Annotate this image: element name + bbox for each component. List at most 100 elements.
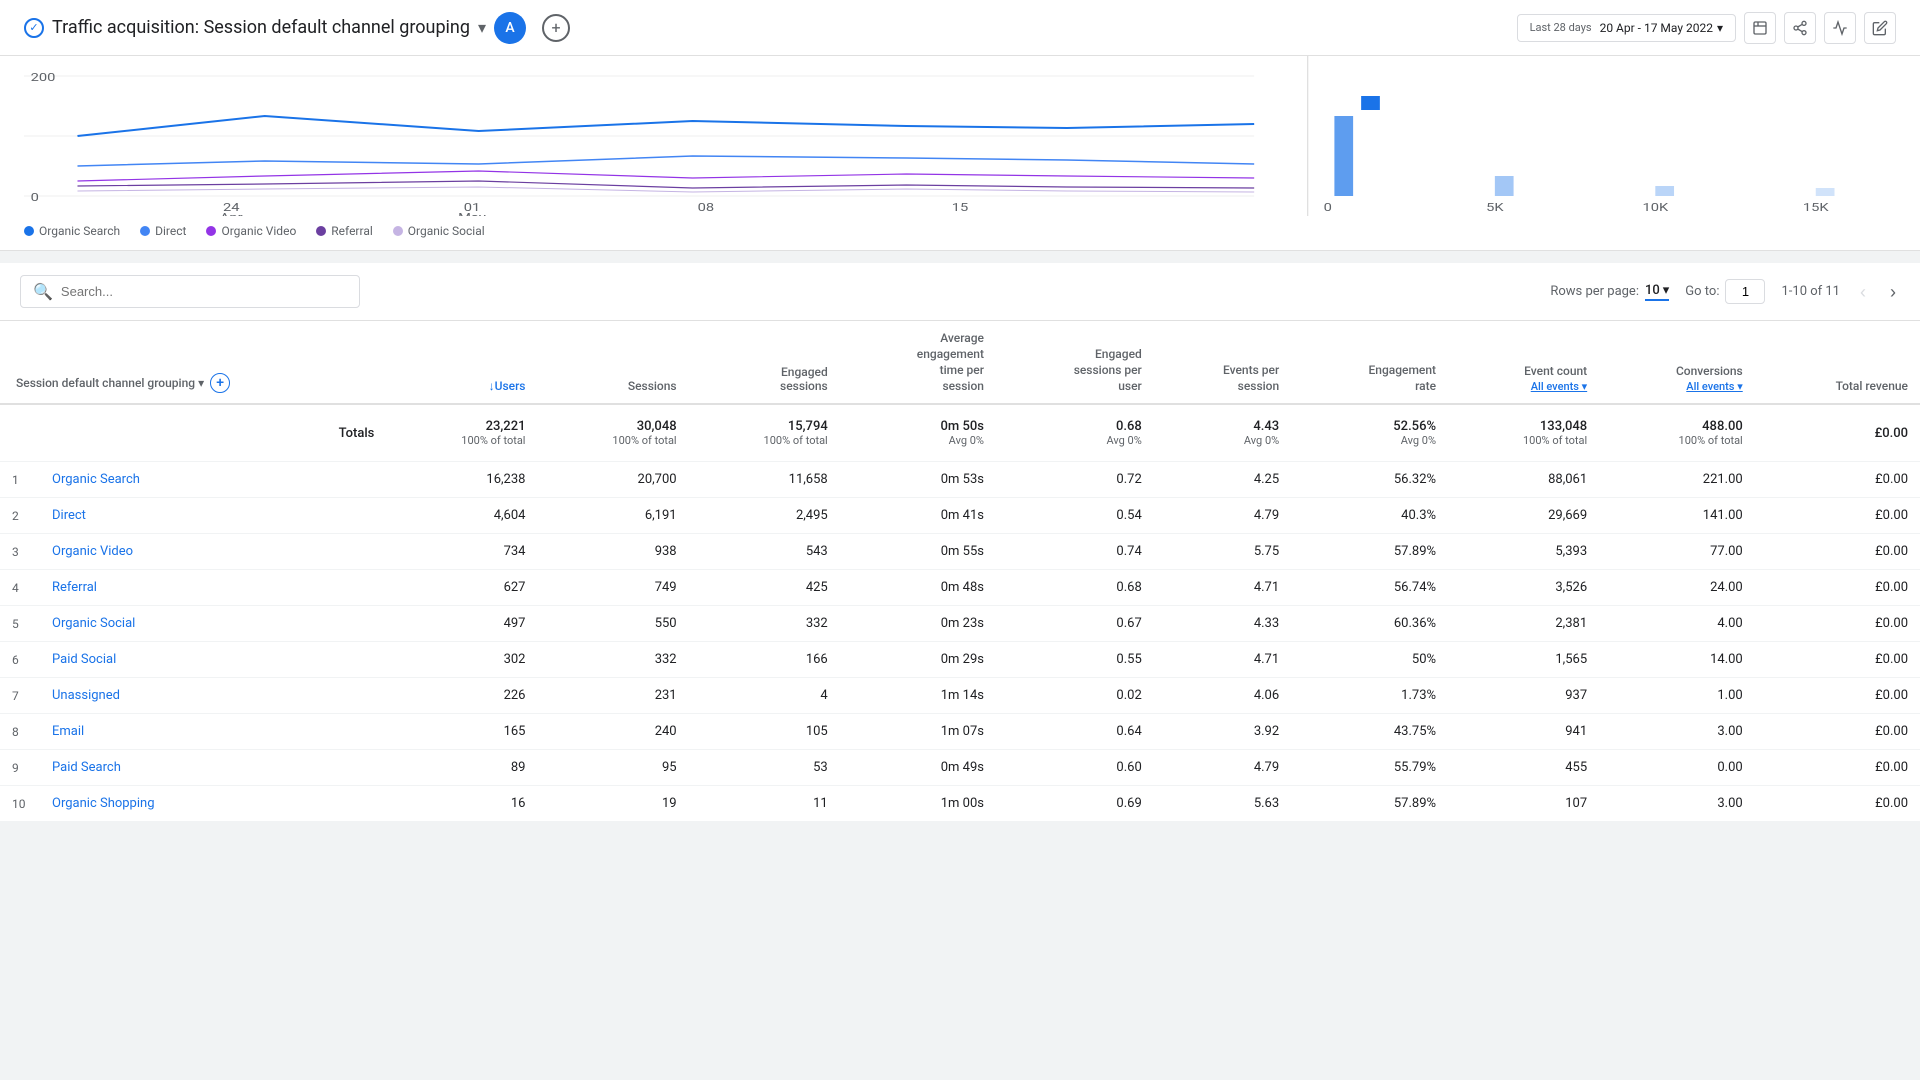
row-users: 89 (386, 750, 537, 786)
goto-label: Go to: (1685, 284, 1719, 299)
add-column-button[interactable]: + (210, 373, 230, 393)
row-name[interactable]: Paid Search (40, 750, 386, 786)
svg-text:5K: 5K (1486, 202, 1504, 215)
col-group-label: Session default channel grouping (16, 376, 195, 390)
row-name[interactable]: Unassigned (40, 678, 386, 714)
row-num: 10 (0, 786, 40, 822)
add-view-button[interactable]: + (542, 14, 570, 42)
col-group-dropdown[interactable]: Session default channel grouping ▾ (16, 376, 204, 390)
table-row: 5 Organic Social 497 550 332 0m 23s 0.67… (0, 606, 1920, 642)
row-users: 226 (386, 678, 537, 714)
legend-label-organic-social: Organic Social (408, 224, 485, 238)
row-event-count: 937 (1448, 678, 1599, 714)
row-avg-engagement-time: 0m 55s (840, 534, 996, 570)
avatar[interactable]: A (494, 12, 526, 44)
row-events-per-session: 4.79 (1154, 750, 1291, 786)
conversions-filter[interactable]: All events ▾ (1686, 380, 1742, 393)
col-header-users[interactable]: ↓Users (386, 321, 537, 404)
totals-label: Totals (40, 404, 386, 462)
col-header-engagement-rate: Engagement rate (1291, 321, 1448, 404)
search-icon: 🔍 (33, 282, 53, 301)
row-avg-engagement-time: 0m 29s (840, 642, 996, 678)
totals-users: 23,221 100% of total (386, 404, 537, 462)
row-sessions: 749 (537, 570, 688, 606)
next-page-button[interactable]: › (1886, 281, 1900, 303)
row-engagement-rate: 50% (1291, 642, 1448, 678)
row-events-per-session: 5.75 (1154, 534, 1291, 570)
row-name[interactable]: Organic Shopping (40, 786, 386, 822)
row-engaged-sessions: 425 (689, 570, 840, 606)
row-users: 497 (386, 606, 537, 642)
row-event-count: 88,061 (1448, 462, 1599, 498)
row-total-revenue: £0.00 (1755, 498, 1920, 534)
col-header-engaged-sessions: Engagedsessions (689, 321, 840, 404)
row-users: 165 (386, 714, 537, 750)
row-engaged-sessions-per-user: 0.72 (996, 462, 1154, 498)
row-name[interactable]: Organic Search (40, 462, 386, 498)
row-name[interactable]: Organic Social (40, 606, 386, 642)
row-engaged-sessions: 332 (689, 606, 840, 642)
col-header-sessions: Sessions (537, 321, 688, 404)
totals-events-per-session: 4.43 Avg 0% (1154, 404, 1291, 462)
svg-text:15K: 15K (1803, 202, 1830, 215)
goto-page-input[interactable] (1725, 279, 1765, 304)
legend-organic-search[interactable]: Organic Search (24, 224, 120, 238)
row-name[interactable]: Referral (40, 570, 386, 606)
title-dropdown-icon[interactable]: ▾ (478, 18, 486, 37)
legend-referral[interactable]: Referral (316, 224, 373, 238)
row-engaged-sessions: 53 (689, 750, 840, 786)
row-engaged-sessions-per-user: 0.60 (996, 750, 1154, 786)
row-name[interactable]: Direct (40, 498, 386, 534)
event-count-filter[interactable]: All events ▾ (1531, 380, 1587, 393)
row-engagement-rate: 60.36% (1291, 606, 1448, 642)
svg-text:08: 08 (698, 202, 715, 215)
save-report-button[interactable] (1744, 12, 1776, 44)
totals-event-count: 133,048 100% of total (1448, 404, 1599, 462)
row-name[interactable]: Organic Video (40, 534, 386, 570)
row-sessions: 20,700 (537, 462, 688, 498)
row-total-revenue: £0.00 (1755, 714, 1920, 750)
row-avg-engagement-time: 0m 41s (840, 498, 996, 534)
row-engaged-sessions: 11,658 (689, 462, 840, 498)
row-events-per-session: 4.25 (1154, 462, 1291, 498)
row-conversions: 1.00 (1599, 678, 1755, 714)
table-row: 1 Organic Search 16,238 20,700 11,658 0m… (0, 462, 1920, 498)
row-engagement-rate: 43.75% (1291, 714, 1448, 750)
legend-direct[interactable]: Direct (140, 224, 186, 238)
date-range-value: 20 Apr - 17 May 2022 (1600, 21, 1713, 35)
edit-button[interactable] (1864, 12, 1896, 44)
row-avg-engagement-time: 0m 49s (840, 750, 996, 786)
legend-dot-organic-social (393, 226, 403, 236)
search-box[interactable]: 🔍 (20, 275, 360, 308)
legend-organic-video[interactable]: Organic Video (206, 224, 296, 238)
search-input[interactable] (61, 284, 347, 299)
row-event-count: 941 (1448, 714, 1599, 750)
date-range-selector[interactable]: Last 28 days 20 Apr - 17 May 2022 ▾ (1517, 14, 1736, 42)
legend-organic-social[interactable]: Organic Social (393, 224, 485, 238)
legend-dot-organic-video (206, 226, 216, 236)
row-name[interactable]: Email (40, 714, 386, 750)
row-events-per-session: 4.79 (1154, 498, 1291, 534)
page-range: 1-10 of 11 (1781, 284, 1840, 299)
table-row: 6 Paid Social 302 332 166 0m 29s 0.55 4.… (0, 642, 1920, 678)
row-num: 8 (0, 714, 40, 750)
row-engaged-sessions-per-user: 0.69 (996, 786, 1154, 822)
col-header-event-count: Event count All events ▾ (1448, 321, 1599, 404)
row-event-count: 455 (1448, 750, 1599, 786)
legend-label-referral: Referral (331, 224, 373, 238)
row-avg-engagement-time: 1m 00s (840, 786, 996, 822)
rows-per-page-select[interactable]: 10 ▾ (1645, 283, 1669, 301)
row-name[interactable]: Paid Social (40, 642, 386, 678)
chart-toggle-button[interactable] (1824, 12, 1856, 44)
col-header-conversions: Conversions All events ▾ (1599, 321, 1755, 404)
row-engaged-sessions: 11 (689, 786, 840, 822)
rows-per-page-dropdown-icon: ▾ (1663, 283, 1670, 298)
totals-engaged-sessions: 15,794 100% of total (689, 404, 840, 462)
row-event-count: 2,381 (1448, 606, 1599, 642)
share-button[interactable] (1784, 12, 1816, 44)
sort-arrow-icon: ↓ (489, 379, 495, 393)
row-total-revenue: £0.00 (1755, 786, 1920, 822)
table-row: 4 Referral 627 749 425 0m 48s 0.68 4.71 … (0, 570, 1920, 606)
row-users: 627 (386, 570, 537, 606)
prev-page-button[interactable]: ‹ (1856, 281, 1870, 303)
